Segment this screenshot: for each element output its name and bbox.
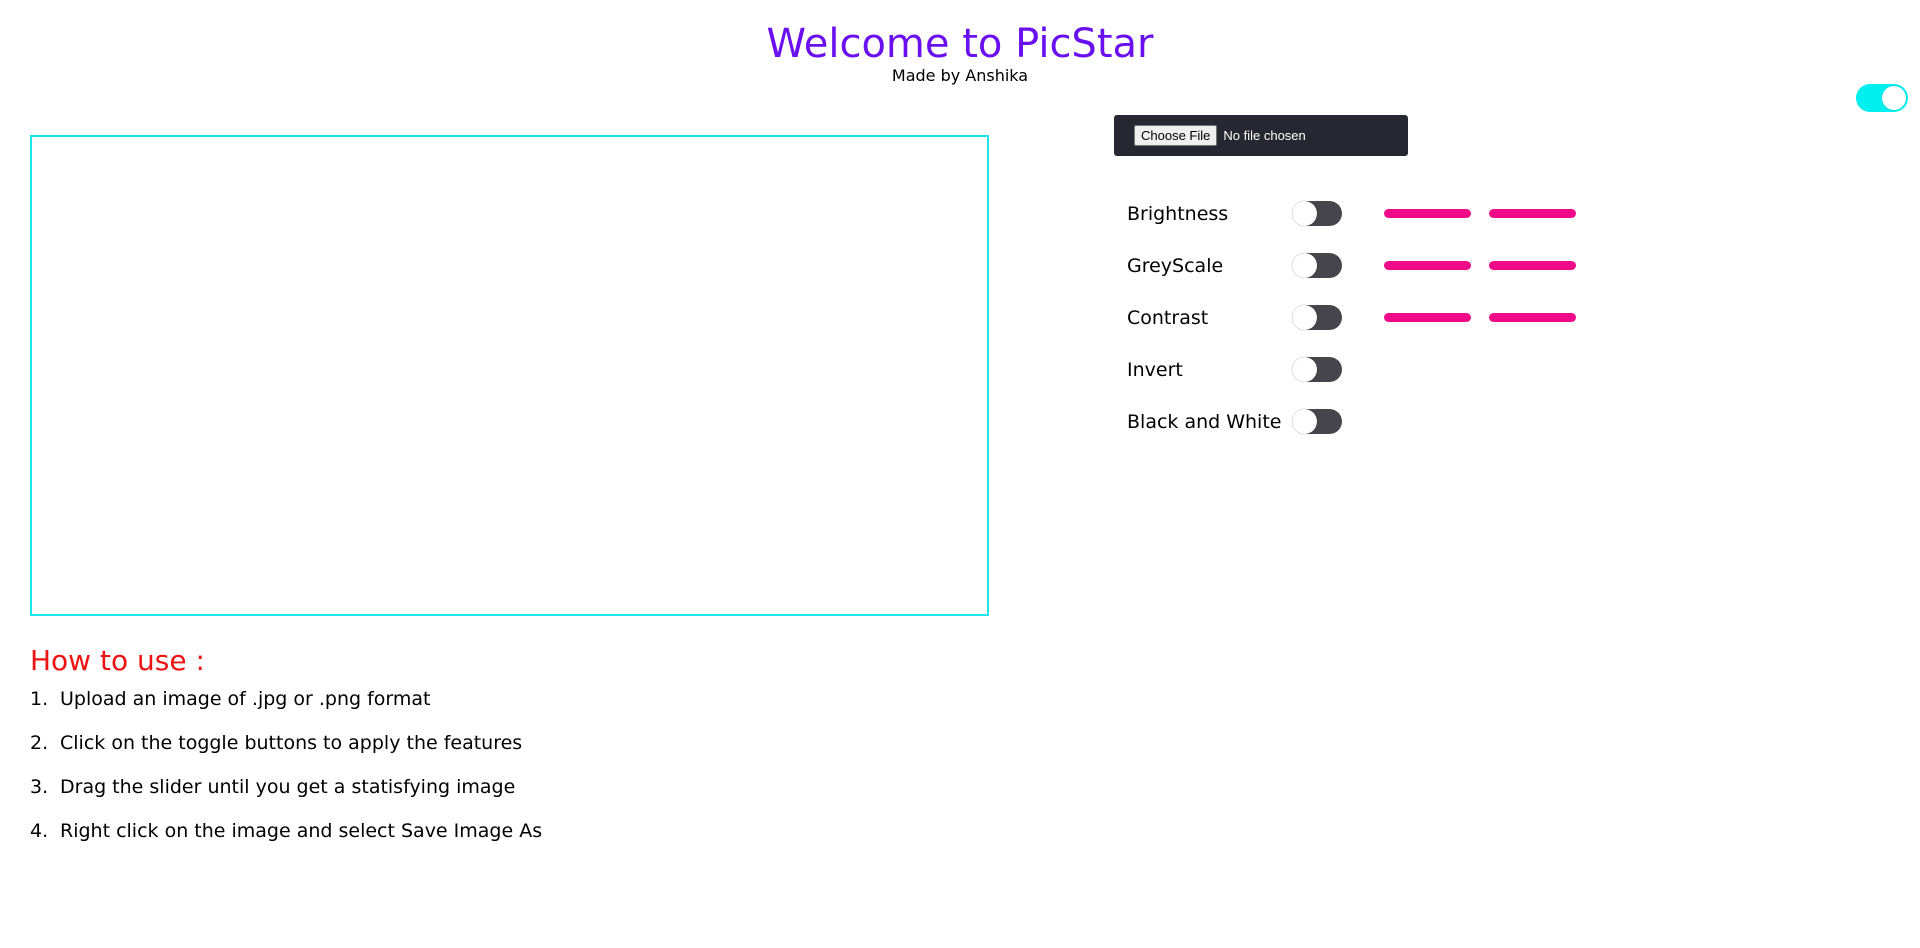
step-text: Click on the toggle buttons to apply the… xyxy=(60,732,523,754)
contrast-slider[interactable] xyxy=(1384,311,1576,323)
file-status-text: No file chosen xyxy=(1223,128,1306,143)
contrast-toggle[interactable] xyxy=(1292,305,1342,330)
control-row-contrast: Contrast xyxy=(1127,294,1587,346)
black-and-white-toggle[interactable] xyxy=(1292,409,1342,434)
theme-toggle-knob xyxy=(1882,86,1906,110)
control-row-black-and-white: Black and White xyxy=(1127,398,1587,450)
step-text: Drag the slider until you get a statisfy… xyxy=(60,776,516,798)
step-number: 4. xyxy=(30,820,49,842)
step-number: 1. xyxy=(30,688,49,710)
slider-thumb[interactable] xyxy=(1471,207,1489,219)
slider-thumb[interactable] xyxy=(1471,259,1489,271)
theme-toggle[interactable] xyxy=(1856,84,1908,112)
filter-controls: Brightness GreyScale Contrast Invert Bla… xyxy=(1127,190,1587,450)
contrast-label: Contrast xyxy=(1127,307,1209,329)
how-to-use-heading: How to use : xyxy=(30,644,205,677)
step-text: Upload an image of .jpg or .png format xyxy=(60,688,431,710)
choose-file-button[interactable]: Choose File xyxy=(1134,125,1218,146)
page-title: Welcome to PicStar xyxy=(766,21,1154,67)
step-text: Right click on the image and select Save… xyxy=(60,820,543,842)
control-row-invert: Invert xyxy=(1127,346,1587,398)
image-preview-canvas[interactable] xyxy=(30,135,989,616)
control-row-greyscale: GreyScale xyxy=(1127,242,1587,294)
slider-track-left xyxy=(1384,209,1471,218)
toggle-knob xyxy=(1292,357,1317,382)
greyscale-toggle[interactable] xyxy=(1292,253,1342,278)
brightness-label: Brightness xyxy=(1127,203,1229,225)
invert-label: Invert xyxy=(1127,359,1183,381)
slider-track-right xyxy=(1489,261,1576,270)
greyscale-slider[interactable] xyxy=(1384,259,1576,271)
black-and-white-label: Black and White xyxy=(1127,411,1282,433)
toggle-knob xyxy=(1292,305,1317,330)
step-number: 3. xyxy=(30,776,49,798)
toggle-knob xyxy=(1292,253,1317,278)
picstar-page: Welcome to PicStar Made by Anshika Choos… xyxy=(0,0,1920,948)
brightness-slider[interactable] xyxy=(1384,207,1576,219)
invert-toggle[interactable] xyxy=(1292,357,1342,382)
toggle-knob xyxy=(1292,409,1317,434)
page-subtitle: Made by Anshika xyxy=(891,66,1029,85)
slider-thumb[interactable] xyxy=(1471,311,1489,323)
slider-track-left xyxy=(1384,261,1471,270)
control-row-brightness: Brightness xyxy=(1127,190,1587,242)
brightness-toggle[interactable] xyxy=(1292,201,1342,226)
slider-track-right xyxy=(1489,313,1576,322)
step-number: 2. xyxy=(30,732,49,754)
greyscale-label: GreyScale xyxy=(1127,255,1224,277)
file-upload-bar: Choose File No file chosen xyxy=(1114,115,1408,156)
slider-track-left xyxy=(1384,313,1471,322)
toggle-knob xyxy=(1292,201,1317,226)
slider-track-right xyxy=(1489,209,1576,218)
